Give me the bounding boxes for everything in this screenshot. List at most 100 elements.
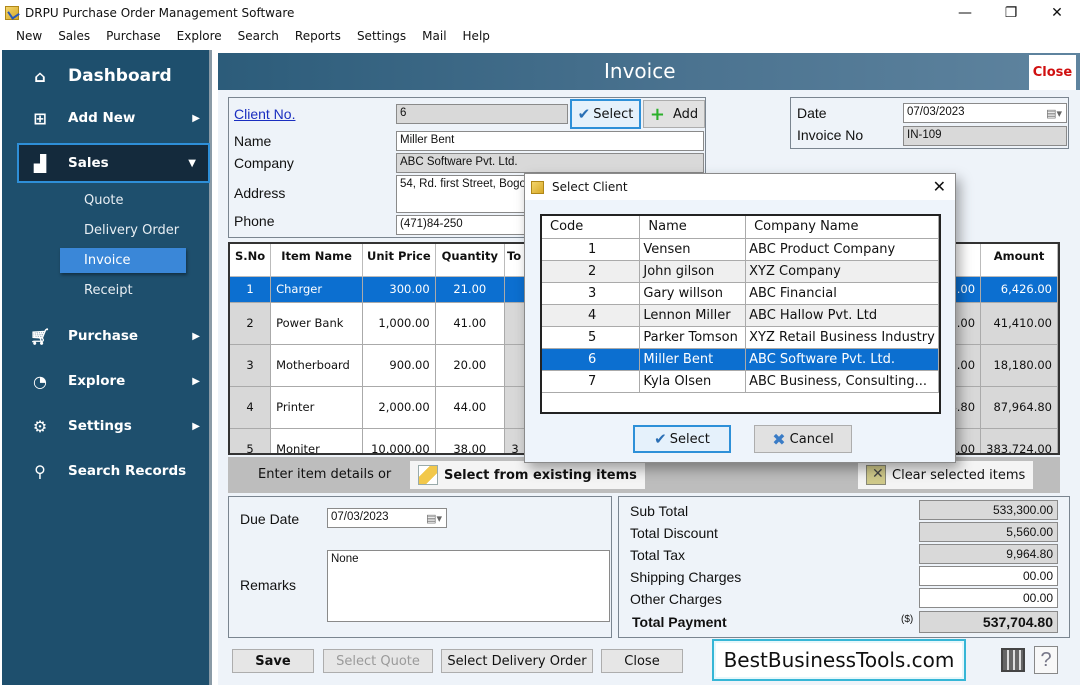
cell-company: ABC Product Company — [745, 238, 939, 261]
app-logo-icon — [531, 180, 544, 194]
cell-item-name[interactable]: Power Bank — [270, 302, 364, 345]
select-delivery-order-button[interactable]: Select Delivery Order — [441, 649, 593, 673]
sidebar-item-label: Explore — [68, 373, 126, 389]
menu-reports[interactable]: Reports — [287, 29, 349, 43]
cell-sno: 4 — [230, 386, 272, 429]
select-quote-button[interactable]: Select Quote — [323, 649, 433, 673]
sidebar-item-add-new[interactable]: ⊞ Add New ▶ — [2, 98, 212, 138]
client-row[interactable]: 2 John gilson XYZ Company — [542, 260, 939, 283]
pencil-icon — [418, 465, 438, 485]
client-row-selected[interactable]: 6 Miller Bent ABC Software Pvt. Ltd. — [542, 348, 939, 371]
select-client-button[interactable]: ✔ Select — [570, 99, 641, 129]
client-row[interactable]: 1 Vensen ABC Product Company — [542, 238, 939, 261]
cell-quantity[interactable]: 38.00 — [435, 428, 505, 453]
client-list-table: Code Name Company Name 1 Vensen ABC Prod… — [540, 214, 941, 414]
menu-search[interactable]: Search — [230, 29, 287, 43]
close-window-button[interactable]: ✕ — [1034, 0, 1080, 25]
dialog-select-label: Select — [669, 431, 710, 447]
cell-amount: 18,180.00 — [980, 344, 1058, 387]
save-button[interactable]: Save — [232, 649, 314, 673]
check-icon: ✔ — [577, 105, 591, 123]
cell-item-name[interactable]: Moniter — [270, 428, 364, 453]
menu-sales[interactable]: Sales — [50, 29, 98, 43]
calculator-icon[interactable] — [1001, 648, 1025, 672]
company-field[interactable]: ABC Software Pvt. Ltd. — [396, 153, 704, 173]
cell-unit-price[interactable]: 2,000.00 — [362, 386, 436, 429]
cell-unit-price[interactable]: 300.00 — [362, 276, 436, 303]
client-no-field[interactable]: 6 — [396, 104, 568, 124]
sidebar-item-search-records[interactable]: ⚲ Search Records — [2, 451, 212, 491]
sidebar-item-dashboard[interactable]: ⌂ Dashboard — [2, 56, 212, 96]
shipping-charges-input[interactable]: 00.00 — [919, 566, 1058, 586]
cell-company: XYZ Retail Business Industry — [745, 326, 939, 349]
date-value: 07/03/2023 — [907, 106, 965, 118]
sidebar-subitem-delivery-order[interactable]: Delivery Order — [60, 218, 186, 243]
calendar-dropdown-icon[interactable]: ▤▾ — [1046, 107, 1062, 120]
cell-quantity[interactable]: 20.00 — [435, 344, 505, 387]
add-file-icon: ⊞ — [33, 108, 47, 128]
name-field[interactable]: Miller Bent — [396, 131, 704, 151]
brand-banner: BestBusinessTools.com — [712, 639, 966, 681]
sidebar-item-sales[interactable]: ▟ Sales ▼ — [17, 143, 210, 183]
cell-quantity[interactable]: 21.00 — [435, 276, 505, 303]
menu-mail[interactable]: Mail — [414, 29, 454, 43]
client-row[interactable]: 3 Gary willson ABC Financial — [542, 282, 939, 305]
due-remarks-section: Due Date 07/03/2023 ▤▾ Remarks None — [228, 496, 612, 638]
remarks-value: None — [331, 553, 359, 565]
cell-unit-price[interactable]: 1,000.00 — [362, 302, 436, 345]
client-no-link[interactable]: Client No. — [234, 106, 295, 122]
calendar-dropdown-icon[interactable]: ▤▾ — [426, 512, 442, 525]
clear-selected-label: Clear selected items — [892, 467, 1026, 483]
total-payment-field: 537,704.80 — [919, 611, 1058, 633]
other-charges-label: Other Charges — [630, 591, 722, 607]
client-row[interactable]: 4 Lennon Miller ABC Hallow Pvt. Ltd — [542, 304, 939, 327]
add-client-button[interactable]: + Add — [643, 100, 705, 128]
cell-quantity[interactable]: 41.00 — [435, 302, 505, 345]
chevron-right-icon: ▶ — [192, 330, 200, 342]
dialog-cancel-button[interactable]: ✖ Cancel — [754, 425, 852, 453]
minimize-button[interactable]: — — [942, 0, 988, 25]
total-tax-label: Total Tax — [630, 547, 685, 563]
sidebar-item-purchase[interactable]: 🛒︎ Purchase ▶ — [2, 316, 212, 356]
menu-purchase[interactable]: Purchase — [98, 29, 169, 43]
client-row[interactable]: 5 Parker Tomson XYZ Retail Business Indu… — [542, 326, 939, 349]
cell-item-name[interactable]: Motherboard — [270, 344, 364, 387]
restore-button[interactable]: ❐ — [988, 0, 1034, 25]
dialog-title: Select Client — [552, 180, 628, 194]
sidebar-item-settings[interactable]: ⚙ Settings ▶ — [2, 406, 212, 446]
cell-company: ABC Financial — [745, 282, 939, 305]
sidebar-subitem-invoice[interactable]: Invoice — [60, 248, 186, 273]
app-logo-icon — [5, 5, 19, 20]
dialog-select-button[interactable]: ✔ Select — [633, 425, 731, 453]
date-picker[interactable]: 07/03/2023 ▤▾ — [903, 103, 1067, 123]
help-icon[interactable]: ? — [1034, 646, 1058, 674]
close-button[interactable]: Close — [601, 649, 683, 673]
add-client-label: Add — [672, 106, 699, 122]
item-prompt-label: Enter item details or — [258, 467, 392, 482]
other-charges-input[interactable]: 00.00 — [919, 588, 1058, 608]
totals-section: Sub Total 533,300.00 Total Discount 5,56… — [618, 496, 1070, 638]
menu-explore[interactable]: Explore — [169, 29, 230, 43]
cell-item-name[interactable]: Charger — [270, 276, 364, 303]
select-existing-items-button[interactable]: Select from existing items — [410, 461, 645, 489]
menu-help[interactable]: Help — [455, 29, 498, 43]
sidebar-subitem-quote[interactable]: Quote — [60, 188, 186, 213]
close-panel-button[interactable]: Close — [1029, 55, 1076, 90]
chevron-right-icon: ▶ — [192, 112, 200, 124]
client-row[interactable]: 7 Kyla Olsen ABC Business, Consulting... — [542, 370, 939, 393]
remarks-textarea[interactable]: None — [327, 550, 610, 622]
clear-selected-items-button[interactable]: Clear selected items — [858, 461, 1034, 489]
window-title: DRPU Purchase Order Management Software — [25, 5, 295, 20]
cell-unit-price[interactable]: 900.00 — [362, 344, 436, 387]
cell-item-name[interactable]: Printer — [270, 386, 364, 429]
dialog-close-icon[interactable]: ✕ — [933, 177, 946, 196]
sidebar-subitem-receipt[interactable]: Receipt — [60, 278, 186, 303]
menu-settings[interactable]: Settings — [349, 29, 414, 43]
invoice-no-field[interactable]: IN-109 — [903, 126, 1067, 146]
cell-unit-price[interactable]: 10,000.00 — [362, 428, 436, 453]
due-date-picker[interactable]: 07/03/2023 ▤▾ — [327, 508, 447, 528]
total-discount-field: 5,560.00 — [919, 522, 1058, 542]
menu-new[interactable]: New — [8, 29, 50, 43]
cell-quantity[interactable]: 44.00 — [435, 386, 505, 429]
sidebar-item-explore[interactable]: ◔ Explore ▶ — [2, 361, 212, 401]
